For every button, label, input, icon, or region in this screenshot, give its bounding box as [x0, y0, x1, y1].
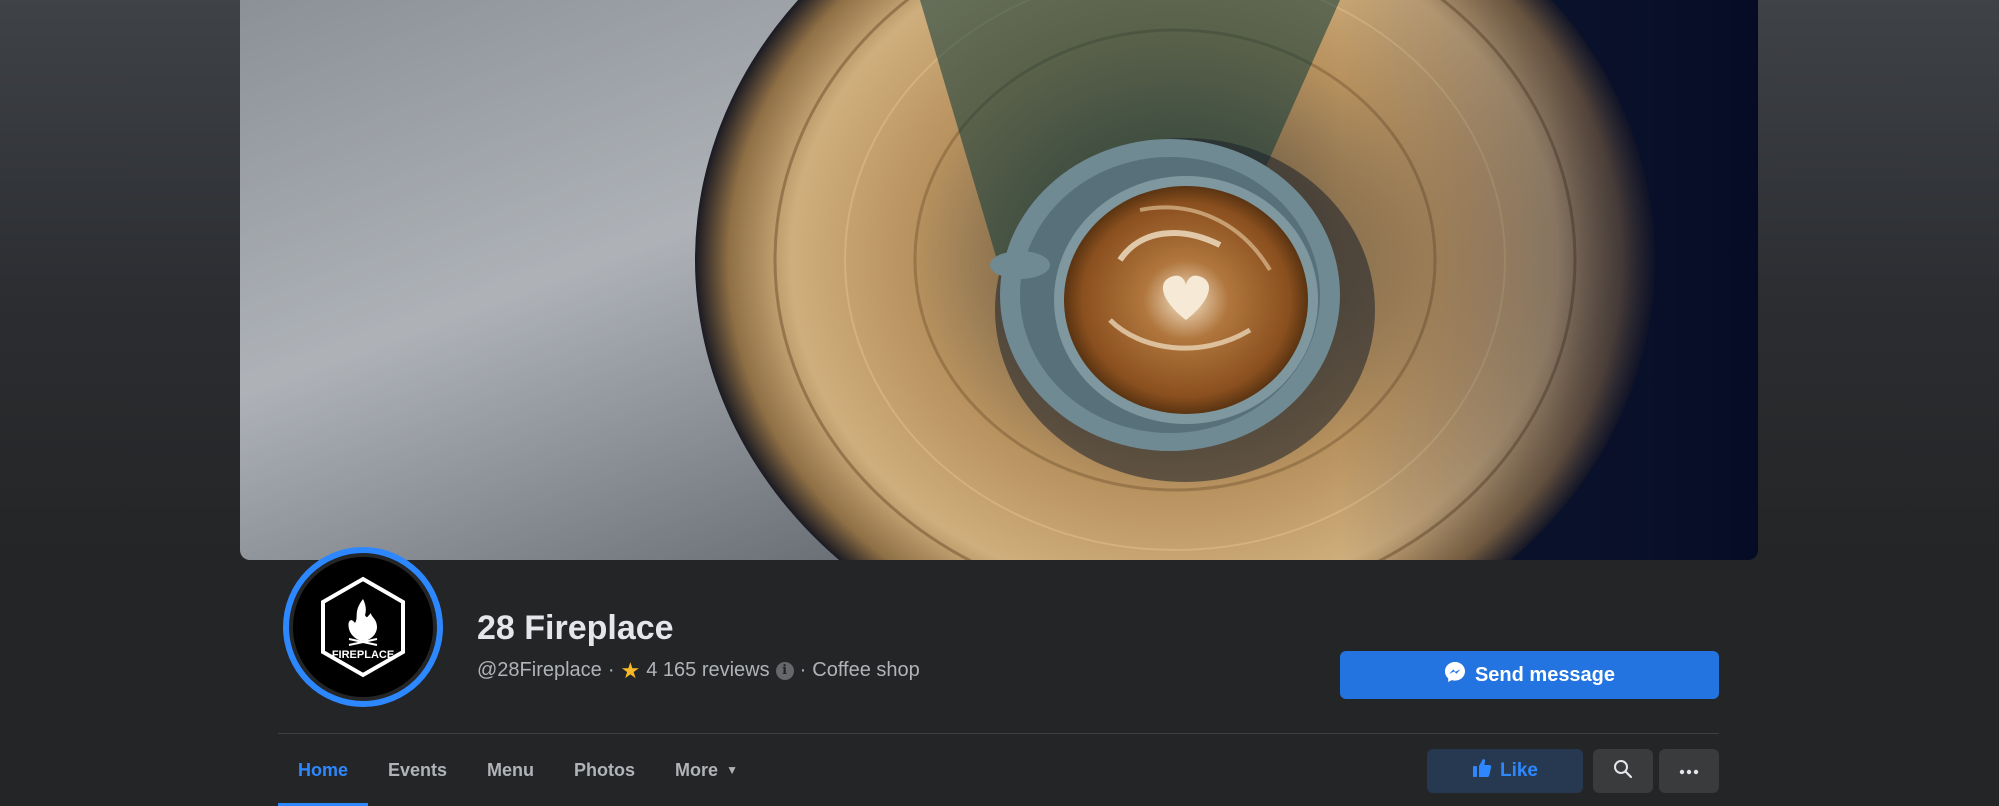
reviews-count[interactable]: 4 165 reviews	[646, 659, 769, 682]
avatar-logo-text: FIREPLACE	[332, 649, 394, 661]
tab-label: Menu	[487, 759, 535, 780]
tab-events[interactable]: Events	[368, 734, 467, 806]
tab-label: Photos	[574, 759, 636, 780]
star-icon: ★	[620, 657, 641, 683]
page-subtitle: @28Fireplace · ★ 4 165 reviews i · Coffe…	[477, 659, 920, 682]
ellipsis-icon	[1679, 762, 1699, 780]
page-tabs: Home Events Menu Photos More ▼	[278, 734, 758, 806]
caret-down-icon: ▼	[726, 763, 738, 777]
page-handle[interactable]: @28Fireplace	[477, 659, 602, 682]
tab-more[interactable]: More ▼	[655, 734, 758, 806]
tab-menu[interactable]: Menu	[467, 734, 554, 806]
send-message-button[interactable]: Send message	[1340, 651, 1719, 699]
info-icon[interactable]: i	[775, 661, 794, 680]
tab-photos[interactable]: Photos	[554, 734, 655, 806]
thumbs-up-icon	[1472, 758, 1492, 784]
separator: ·	[799, 659, 807, 681]
search-button[interactable]	[1593, 749, 1653, 793]
like-button[interactable]: Like	[1427, 749, 1583, 793]
page: FIREPLACE 28 Fireplace @28Fireplace · ★ …	[0, 0, 1999, 806]
tab-label: Events	[388, 759, 448, 780]
messenger-icon	[1444, 661, 1466, 689]
search-icon	[1613, 759, 1633, 784]
tab-label: More	[675, 759, 719, 780]
tab-home[interactable]: Home	[278, 734, 369, 806]
send-message-label: Send message	[1474, 663, 1616, 686]
page-title: 28 Fireplace	[477, 609, 674, 647]
avatar: FIREPLACE	[289, 553, 437, 701]
profile-picture[interactable]: FIREPLACE	[283, 547, 443, 707]
tab-label: Home	[298, 759, 349, 780]
cover-photo[interactable]	[240, 0, 1758, 560]
separator: ·	[607, 659, 615, 681]
like-label: Like	[1499, 760, 1539, 781]
page-category[interactable]: Coffee shop	[812, 659, 920, 682]
more-options-button[interactable]	[1659, 749, 1719, 793]
